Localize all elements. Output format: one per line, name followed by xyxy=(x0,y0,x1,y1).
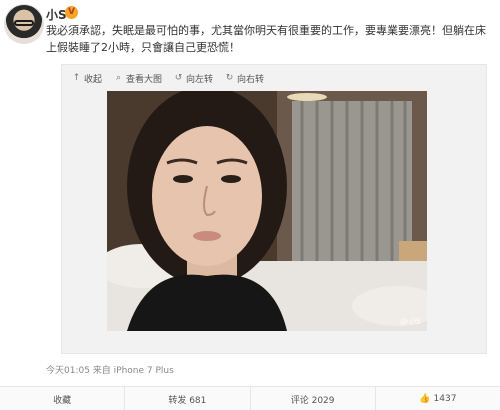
comment-label: 评论 2029 xyxy=(290,395,335,406)
collapse-button[interactable]: ↑ 收起 xyxy=(72,72,102,85)
like-button[interactable]: 👍 1437 xyxy=(376,387,500,410)
favorite-button[interactable]: 收藏 xyxy=(0,387,126,410)
rotate-right-icon: ↻ xyxy=(225,73,234,83)
rotate-left-label: 向左转 xyxy=(186,74,214,85)
rotate-right-label: 向右转 xyxy=(237,74,265,85)
selfie-image xyxy=(107,91,427,331)
rotate-left-icon: ↺ xyxy=(174,73,183,83)
rotate-right-button[interactable]: ↻ 向右转 xyxy=(225,72,264,85)
username[interactable]: 小S xyxy=(46,6,67,23)
favorite-label: 收藏 xyxy=(53,395,72,406)
view-large-label: 查看大图 xyxy=(126,74,163,85)
zoom-icon: ⌕ xyxy=(115,73,122,83)
photo-watermark: @小S xyxy=(399,317,421,326)
collapse-icon: ↑ xyxy=(72,73,81,83)
post-text: 我必須承認，失眠是最可怕的事，尤其當你明天有很重要的工作，要專業要漂亮！但躺在床… xyxy=(46,24,486,54)
like-count: 1437 xyxy=(433,394,457,404)
comment-button[interactable]: 评论 2029 xyxy=(251,387,376,410)
post-meta: 今天01:05 来自 iPhone 7 Plus xyxy=(46,366,174,376)
rotate-left-button[interactable]: ↺ 向左转 xyxy=(174,72,213,85)
action-bar: 收藏 转发 681 评论 2029 👍 1437 xyxy=(0,386,500,410)
media-panel: ↑ 收起 ⌕ 查看大图 ↺ 向左转 ↻ 向右转 @小S xyxy=(61,64,487,354)
collapse-label: 收起 xyxy=(84,74,103,85)
thumbs-up-icon: 👍 xyxy=(419,394,431,404)
avatar-glasses xyxy=(14,20,34,26)
weibo-post: 小S V 我必須承認，失眠是最可怕的事，尤其當你明天有很重要的工作，要專業要漂亮… xyxy=(0,0,500,410)
repost-label: 转发 681 xyxy=(168,395,207,406)
post-photo[interactable]: @小S xyxy=(107,91,427,331)
repost-button[interactable]: 转发 681 xyxy=(125,387,251,410)
media-toolbar: ↑ 收起 ⌕ 查看大图 ↺ 向左转 ↻ 向右转 xyxy=(72,71,264,85)
avatar[interactable] xyxy=(4,4,44,44)
verified-badge-icon[interactable]: V xyxy=(65,6,78,19)
view-large-button[interactable]: ⌕ 查看大图 xyxy=(114,72,162,85)
